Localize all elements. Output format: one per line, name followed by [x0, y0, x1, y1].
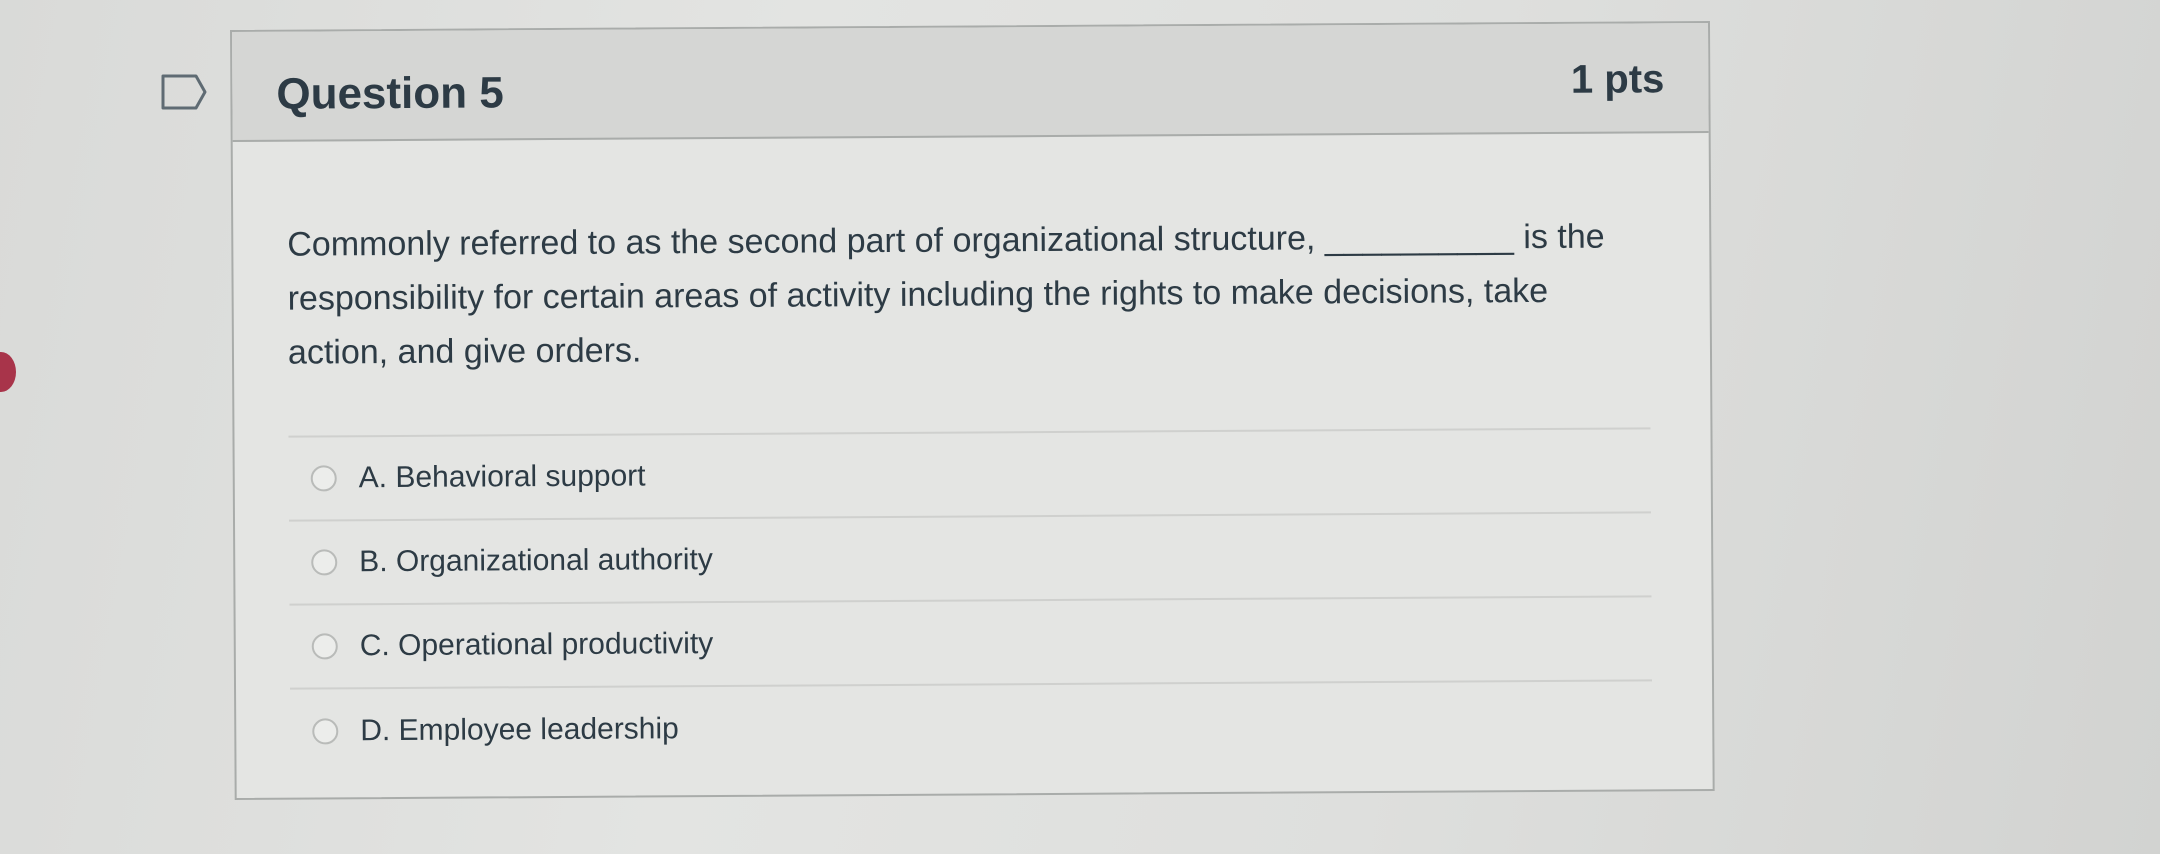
answer-label: D. Employee leadership [360, 712, 679, 748]
question-text: Commonly referred to as the second part … [287, 217, 1605, 372]
flag-question-icon[interactable] [160, 72, 208, 112]
radio-icon[interactable] [311, 633, 338, 660]
radio-icon[interactable] [310, 465, 337, 492]
question-header: Question 5 1 pts [232, 22, 1709, 142]
answer-list: A. Behavioral support B. Organizational … [288, 427, 1653, 774]
answer-option-a[interactable]: A. Behavioral support [288, 429, 1651, 522]
question-body: Commonly referred to as the second part … [233, 133, 1713, 774]
side-accent-dot [0, 352, 16, 392]
question-card: Question 5 1 pts Commonly referred to as… [230, 20, 1715, 800]
radio-icon[interactable] [312, 718, 339, 745]
radio-icon[interactable] [311, 549, 338, 576]
answer-option-c[interactable]: C. Operational productivity [289, 597, 1653, 690]
answer-option-d[interactable]: D. Employee leadership [290, 681, 1652, 773]
question-points: 1 pts [1570, 57, 1665, 102]
answer-label: B. Organizational authority [359, 543, 713, 579]
answer-option-b[interactable]: B. Organizational authority [289, 513, 1652, 606]
question-title: Question 5 [276, 68, 504, 119]
answer-label: A. Behavioral support [358, 459, 646, 495]
answer-label: C. Operational productivity [359, 627, 714, 663]
